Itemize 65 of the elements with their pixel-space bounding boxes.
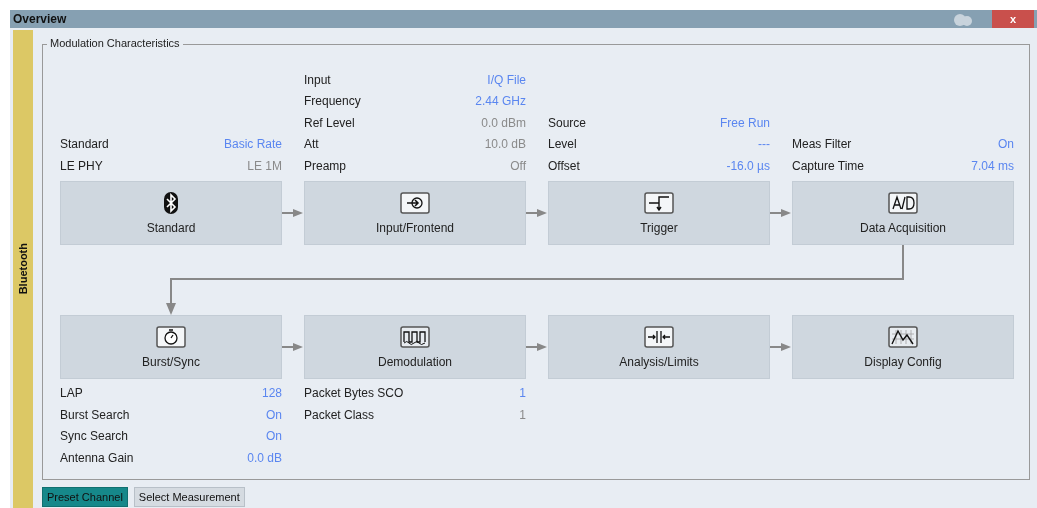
param-value[interactable]: -16.0 µs <box>726 158 770 173</box>
param-label: Input <box>304 72 331 87</box>
param-label: Sync Search <box>60 429 129 444</box>
param-value[interactable]: On <box>266 429 282 444</box>
side-tab[interactable]: Bluetooth <box>13 30 33 508</box>
param-label: Offset <box>548 158 580 173</box>
param-value[interactable]: Free Run <box>719 115 770 130</box>
param-label: Ref Level <box>304 115 355 130</box>
config-block[interactable]: Input/Frontend <box>304 180 526 245</box>
config-block[interactable]: Demodulation <box>304 314 526 379</box>
param-value: Off <box>510 158 526 173</box>
stopwatch-icon <box>156 325 186 348</box>
config-block[interactable]: Display Config <box>792 314 1014 379</box>
param-label: Packet Class <box>304 407 375 422</box>
param-label: Level <box>548 137 577 152</box>
param-label: Packet Bytes SCO <box>304 386 404 401</box>
config-block[interactable]: Trigger <box>548 180 770 245</box>
param-label: Standard <box>60 137 109 152</box>
config-block[interactable]: Data Acquisition <box>792 180 1014 245</box>
footer-button[interactable]: Select Measurement <box>133 487 245 507</box>
footer-button[interactable]: Preset Channel <box>42 487 128 507</box>
spectrum-icon <box>888 325 918 348</box>
param-value[interactable]: 7.04 ms <box>971 158 1014 173</box>
param-value: 1 <box>519 407 526 422</box>
param-value[interactable]: 128 <box>261 386 282 401</box>
flow-arrow <box>526 341 548 352</box>
param-label: LAP <box>60 386 83 401</box>
waveform-icon <box>400 325 430 348</box>
param-value: LE 1M <box>247 158 282 173</box>
limits-icon <box>644 325 674 348</box>
bluetooth-icon <box>163 190 179 215</box>
flow-arrow <box>526 207 548 218</box>
config-block[interactable]: Standard <box>60 180 282 245</box>
group-title: Modulation Characteristics <box>47 37 183 49</box>
param-value[interactable]: 0.0 dB <box>247 450 282 465</box>
param-label: Antenna Gain <box>60 450 134 465</box>
param-label: Att <box>304 137 319 152</box>
param-value: 10.0 dB <box>484 137 526 152</box>
param-value[interactable]: I/Q File <box>487 72 526 87</box>
flow-arrow <box>770 341 792 352</box>
param-label: LE PHY <box>60 158 103 173</box>
param-label: Capture Time <box>792 158 865 173</box>
param-label: Frequency <box>304 94 361 109</box>
param-value[interactable]: On <box>266 407 282 422</box>
param-label: Source <box>548 115 587 130</box>
window-title: Overview <box>12 12 68 26</box>
param-value[interactable]: 2.44 GHz <box>475 94 526 109</box>
param-value[interactable]: On <box>998 137 1014 152</box>
flow-arrow <box>282 341 304 352</box>
param-label: Preamp <box>304 158 347 173</box>
param-value[interactable]: Basic Rate <box>223 137 282 152</box>
config-block[interactable]: Burst/Sync <box>60 314 282 379</box>
adc-icon <box>888 191 918 214</box>
param-value[interactable]: 1 <box>519 386 526 401</box>
config-block[interactable]: Analysis/Limits <box>548 314 770 379</box>
flow-arrow <box>282 207 304 218</box>
param-label: Burst Search <box>60 407 130 422</box>
close-button[interactable]: x <box>992 10 1034 28</box>
param-value: 0.0 dBm <box>481 115 526 130</box>
param-label: Meas Filter <box>792 137 852 152</box>
param-value[interactable]: --- <box>758 137 770 152</box>
flow-arrow <box>770 207 792 218</box>
trigger-icon <box>644 191 674 214</box>
input-icon <box>400 191 430 214</box>
cloud-icon <box>952 12 974 26</box>
